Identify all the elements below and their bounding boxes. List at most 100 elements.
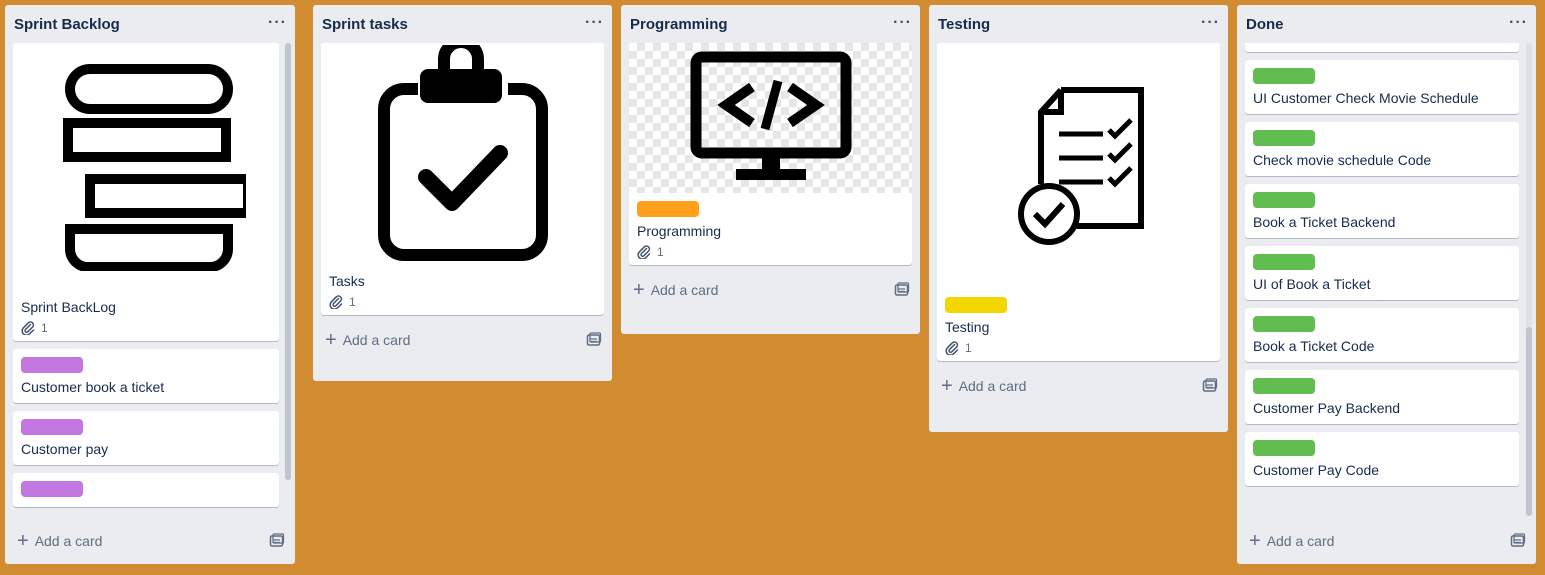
paperclip-icon bbox=[21, 321, 35, 335]
card-label-green[interactable] bbox=[1253, 440, 1315, 456]
card-badges: 1 bbox=[945, 341, 1212, 355]
attachment-count: 1 bbox=[41, 321, 48, 335]
card-tasks[interactable]: Tasks 1 bbox=[321, 43, 604, 315]
list-title[interactable]: Done bbox=[1246, 16, 1284, 33]
add-card-button[interactable]: + Add a card bbox=[325, 329, 410, 351]
list-title[interactable]: Sprint Backlog bbox=[14, 16, 120, 33]
card-badges: 1 bbox=[21, 321, 271, 335]
card-title: UI of Book a Ticket bbox=[1253, 276, 1371, 292]
attachment-count: 1 bbox=[657, 245, 664, 259]
card-done-item[interactable]: Customer Pay Backend bbox=[1245, 370, 1519, 424]
list-menu-button[interactable]: ··· bbox=[268, 15, 287, 31]
plus-icon: + bbox=[941, 375, 953, 397]
card-label-orange[interactable] bbox=[637, 201, 699, 217]
add-card-button[interactable]: + Add a card bbox=[1249, 531, 1335, 551]
list-title[interactable]: Testing bbox=[938, 16, 990, 33]
card-done-item[interactable]: Check movie schedule Code bbox=[1245, 122, 1519, 176]
card-template-icon[interactable] bbox=[1202, 378, 1218, 394]
card-list: UI Customer Check Movie Schedule Check m… bbox=[1237, 43, 1536, 519]
list-footer: + Add a card bbox=[313, 321, 612, 359]
plus-icon: + bbox=[633, 279, 645, 301]
list-programming: Programming ··· Programming 1 + Add a ca… bbox=[621, 5, 920, 334]
card-label-green[interactable] bbox=[1253, 378, 1315, 394]
add-card-label: Add a card bbox=[650, 282, 719, 298]
card-title: Book a Ticket Code bbox=[1253, 338, 1375, 354]
list-testing: Testing ··· Testing 1 + Add a card bbox=[929, 5, 1228, 432]
card-label-green[interactable] bbox=[1253, 316, 1315, 332]
card-sprint-backlog[interactable]: Sprint BackLog 1 bbox=[13, 43, 279, 341]
card-list: Programming 1 bbox=[621, 43, 920, 265]
card-list: Tasks 1 bbox=[313, 43, 612, 315]
list-header: Sprint tasks ··· bbox=[313, 5, 612, 43]
card-testing[interactable]: Testing 1 bbox=[937, 43, 1220, 361]
list-menu-button[interactable]: ··· bbox=[893, 15, 912, 31]
list-menu-button[interactable]: ··· bbox=[1509, 15, 1528, 31]
card-template-icon[interactable] bbox=[269, 533, 285, 549]
list-title[interactable]: Programming bbox=[630, 16, 728, 33]
card-done-item[interactable]: UI Customer Check Movie Schedule bbox=[1245, 60, 1519, 114]
list-header: Testing ··· bbox=[929, 5, 1228, 43]
card-partial-top[interactable] bbox=[1245, 43, 1519, 52]
add-card-button[interactable]: + Add a card bbox=[941, 375, 1027, 397]
card-cover bbox=[13, 43, 279, 289]
card-list: Sprint BackLog 1 Customer book a ticket … bbox=[5, 43, 295, 519]
list-sprint-backlog: Sprint Backlog ··· Sprint BackLog 1 Cust… bbox=[5, 5, 295, 564]
card-title: Tasks bbox=[329, 273, 365, 289]
card-title: Customer Pay Backend bbox=[1253, 400, 1401, 416]
card-template-icon[interactable] bbox=[894, 282, 910, 298]
document-checklist-icon bbox=[1017, 87, 1144, 245]
card-cover bbox=[321, 43, 604, 265]
list-footer: + Add a card bbox=[929, 367, 1228, 405]
plus-icon: + bbox=[17, 530, 29, 552]
card-label-purple[interactable] bbox=[21, 419, 83, 435]
list-header: Programming ··· bbox=[621, 5, 920, 43]
list-footer: + Add a card bbox=[621, 271, 920, 309]
scrollbar-thumb[interactable] bbox=[1526, 327, 1532, 516]
attachment-count: 1 bbox=[965, 341, 972, 355]
list-header: Sprint Backlog ··· bbox=[5, 5, 295, 43]
scrollbar-thumb[interactable] bbox=[285, 43, 291, 480]
add-card-button[interactable]: + Add a card bbox=[633, 279, 719, 301]
list-menu-button[interactable]: ··· bbox=[1201, 15, 1220, 31]
card-done-item[interactable]: Book a Ticket Code bbox=[1245, 308, 1519, 362]
card-list: Testing 1 bbox=[929, 43, 1228, 361]
card-label-green[interactable] bbox=[1253, 254, 1315, 270]
add-card-button[interactable]: + Add a card bbox=[17, 530, 102, 552]
plus-icon: + bbox=[325, 329, 337, 351]
card-done-item[interactable]: Book a Ticket Backend bbox=[1245, 184, 1519, 238]
paperclip-icon bbox=[637, 245, 651, 259]
card-customer-book-ticket[interactable]: Customer book a ticket bbox=[13, 349, 279, 403]
list-title[interactable]: Sprint tasks bbox=[322, 16, 408, 33]
paperclip-icon bbox=[329, 295, 343, 309]
card-label-yellow[interactable] bbox=[945, 297, 1007, 313]
scrollbar[interactable] bbox=[285, 43, 291, 480]
card-customer-pay[interactable]: Customer pay bbox=[13, 411, 279, 465]
add-card-label: Add a card bbox=[1266, 533, 1335, 549]
card-partial[interactable] bbox=[13, 473, 279, 507]
card-title: Customer pay bbox=[21, 441, 109, 457]
stack-icon bbox=[63, 64, 246, 271]
card-title: Book a Ticket Backend bbox=[1253, 214, 1396, 230]
card-badges: 1 bbox=[329, 295, 596, 309]
card-done-item[interactable]: Customer Pay Code bbox=[1245, 432, 1519, 486]
card-label-green[interactable] bbox=[1253, 68, 1315, 84]
card-cover bbox=[629, 43, 912, 193]
add-card-label: Add a card bbox=[958, 378, 1027, 394]
monitor-code-icon bbox=[690, 51, 851, 180]
card-label-green[interactable] bbox=[1253, 192, 1315, 208]
card-label-purple[interactable] bbox=[21, 481, 83, 497]
card-badges: 1 bbox=[637, 245, 904, 259]
card-programming[interactable]: Programming 1 bbox=[629, 43, 912, 265]
card-title: Check movie schedule Code bbox=[1253, 152, 1432, 168]
list-header: Done ··· bbox=[1237, 5, 1536, 43]
card-template-icon[interactable] bbox=[586, 332, 602, 348]
card-title: Testing bbox=[945, 319, 990, 335]
card-label-green[interactable] bbox=[1253, 130, 1315, 146]
list-menu-button[interactable]: ··· bbox=[585, 15, 604, 31]
card-done-item[interactable]: UI of Book a Ticket bbox=[1245, 246, 1519, 300]
card-title: Customer book a ticket bbox=[21, 379, 165, 395]
list-done: Done ··· UI Customer Check Movie Schedul… bbox=[1237, 5, 1536, 564]
scrollbar[interactable] bbox=[1526, 43, 1532, 516]
card-label-purple[interactable] bbox=[21, 357, 83, 373]
card-template-icon[interactable] bbox=[1510, 533, 1526, 549]
